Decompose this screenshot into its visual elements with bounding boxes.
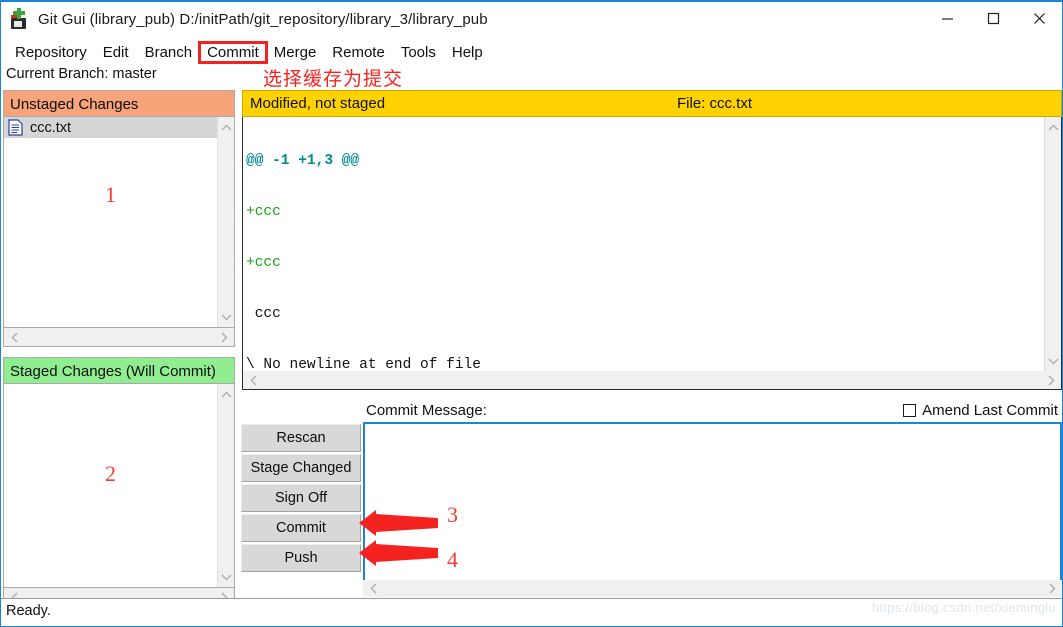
- file-lists-column: Unstaged Changes ccc.txt 1: [3, 90, 235, 607]
- menu-item-remote[interactable]: Remote: [324, 43, 393, 62]
- diff-horizontal-scrollbar[interactable]: [242, 371, 1062, 390]
- diff-panel: Modified, not staged File: ccc.txt @@ -1…: [242, 90, 1062, 390]
- diff-file-label: File: ccc.txt: [677, 95, 752, 112]
- list-item-label: ccc.txt: [30, 120, 71, 136]
- rescan-button[interactable]: Rescan: [241, 424, 361, 452]
- text-file-icon: [8, 119, 23, 136]
- git-gui-window: Git Gui (library_pub) D:/initPath/git_re…: [0, 0, 1063, 627]
- push-button[interactable]: Push: [241, 544, 361, 572]
- chevron-up-icon[interactable]: [1045, 119, 1062, 136]
- chevron-up-icon[interactable]: [218, 119, 235, 136]
- stage-changed-button[interactable]: Stage Changed: [241, 454, 361, 482]
- maximize-icon[interactable]: [970, 2, 1016, 34]
- git-gui-icon: [8, 8, 30, 30]
- commit-message-horizontal-scrollbar[interactable]: [363, 580, 1062, 597]
- diff-text-area[interactable]: @@ -1 +1,3 @@ +ccc +ccc ccc \ No newline…: [243, 117, 1044, 371]
- commit-button[interactable]: Commit: [241, 514, 361, 542]
- menu-item-commit[interactable]: Commit: [200, 43, 266, 62]
- menu-item-repository[interactable]: Repository: [7, 43, 95, 62]
- staged-vertical-scrollbar[interactable]: [217, 384, 234, 587]
- menu-item-branch[interactable]: Branch: [137, 43, 201, 62]
- staged-changes-header: Staged Changes (Will Commit): [3, 357, 235, 384]
- title-bar: Git Gui (library_pub) D:/initPath/git_re…: [1, 2, 1062, 36]
- diff-status-label: Modified, not staged: [243, 95, 385, 112]
- staged-list-area: 2: [4, 384, 217, 587]
- diff-body[interactable]: @@ -1 +1,3 @@ +ccc +ccc ccc \ No newline…: [242, 117, 1062, 371]
- amend-last-commit-label: Amend Last Commit: [922, 402, 1058, 419]
- menu-item-tools[interactable]: Tools: [393, 43, 444, 62]
- commit-message-label: Commit Message:: [366, 402, 487, 419]
- current-branch-label: Current Branch: master: [1, 66, 1062, 88]
- minimize-icon[interactable]: [924, 2, 970, 34]
- menu-bar: Repository Edit Branch Commit Merge Remo…: [1, 40, 1062, 64]
- menu-item-help[interactable]: Help: [444, 43, 491, 62]
- watermark-text: https://blog.csdn.net/xieminglu: [872, 600, 1056, 615]
- chevron-left-icon[interactable]: [6, 328, 23, 347]
- chevron-down-icon[interactable]: [218, 308, 235, 325]
- amend-last-commit-checkbox[interactable]: Amend Last Commit: [903, 402, 1058, 419]
- staged-changes-list[interactable]: 2: [3, 384, 235, 588]
- chevron-right-icon[interactable]: [1043, 580, 1060, 597]
- unstaged-vertical-scrollbar[interactable]: [217, 117, 234, 327]
- unstaged-list-area: ccc.txt 1: [4, 117, 217, 327]
- window-controls: [924, 2, 1062, 34]
- close-icon[interactable]: [1016, 2, 1062, 34]
- annotation-number-2: 2: [4, 461, 217, 487]
- annotation-chinese-note: 选择缓存为提交: [263, 64, 403, 91]
- chevron-right-icon[interactable]: [1042, 371, 1059, 390]
- unstaged-horizontal-scrollbar[interactable]: [3, 328, 235, 347]
- diff-line: \ No newline at end of file: [246, 357, 1044, 371]
- status-text: Ready.: [6, 603, 51, 619]
- sign-off-button[interactable]: Sign Off: [241, 484, 361, 512]
- commit-message-input[interactable]: [363, 422, 1062, 594]
- list-item[interactable]: ccc.txt: [4, 117, 217, 138]
- diff-line: +ccc: [246, 204, 1044, 221]
- chevron-right-icon[interactable]: [215, 328, 232, 347]
- window-title: Git Gui (library_pub) D:/initPath/git_re…: [38, 11, 488, 28]
- diff-header: Modified, not staged File: ccc.txt: [242, 90, 1062, 117]
- menu-item-edit[interactable]: Edit: [95, 43, 137, 62]
- diff-line: @@ -1 +1,3 @@: [246, 153, 1044, 170]
- unstaged-changes-header: Unstaged Changes: [3, 90, 235, 117]
- unstaged-changes-list[interactable]: ccc.txt 1: [3, 117, 235, 328]
- diff-line: ccc: [246, 306, 1044, 323]
- chevron-down-icon[interactable]: [1045, 352, 1062, 369]
- annotation-number-1: 1: [4, 182, 217, 208]
- status-bar: Ready. https://blog.csdn.net/xieminglu: [1, 598, 1062, 626]
- checkbox-icon[interactable]: [903, 404, 916, 417]
- diff-line: +ccc: [246, 255, 1044, 272]
- chevron-up-icon[interactable]: [218, 386, 235, 403]
- chevron-left-icon[interactable]: [365, 580, 382, 597]
- chevron-left-icon[interactable]: [245, 371, 262, 390]
- menu-item-merge[interactable]: Merge: [266, 43, 325, 62]
- chevron-down-icon[interactable]: [218, 568, 235, 585]
- action-buttons: Rescan Stage Changed Sign Off Commit Pus…: [241, 424, 361, 574]
- diff-vertical-scrollbar[interactable]: [1044, 117, 1061, 371]
